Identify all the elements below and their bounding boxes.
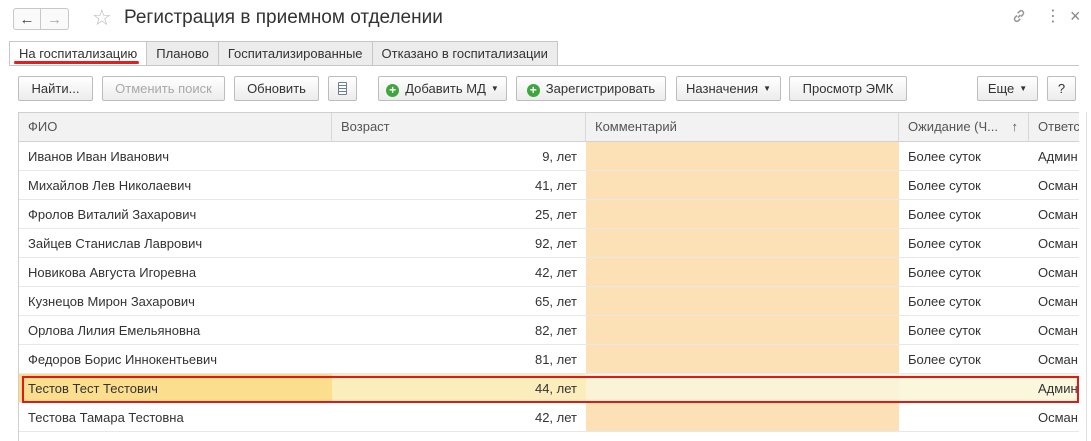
cell-responsible[interactable]: Осман (1029, 316, 1079, 344)
cell-age[interactable]: 82, лет (332, 316, 586, 344)
cell-waiting[interactable]: Более суток (899, 142, 1029, 170)
add-md-button[interactable]: + Добавить МД ▼ (378, 76, 507, 101)
table-row[interactable]: Кузнецов Мирон Захарович 65, лет Более сут… (19, 287, 1079, 316)
cell-age[interactable]: 65, лет (332, 287, 586, 315)
cell-age[interactable]: 42, лет (332, 403, 586, 431)
cell-fio[interactable]: Фролов Виталий Захарович (19, 200, 332, 228)
cell-fio[interactable]: Тестова Тамара Тестовна (19, 403, 332, 431)
cell-age[interactable]: 25, лет (332, 200, 586, 228)
title-bar: ← → ☆ Регистрация в приемном отделении ⋮… (0, 0, 1091, 38)
cell-waiting[interactable]: Более суток (899, 258, 1029, 286)
active-tab-highlight (14, 61, 139, 64)
cell-waiting[interactable]: Более суток (899, 345, 1029, 373)
cell-waiting[interactable]: Более суток (899, 287, 1029, 315)
cell-comment[interactable] (586, 229, 899, 257)
cell-responsible[interactable]: Осман (1029, 229, 1079, 257)
table-row[interactable]: Тестова Тамара Тестовна 42, лет Осман (19, 403, 1079, 432)
back-arrow-icon: ← (19, 10, 35, 28)
cell-comment[interactable] (586, 258, 899, 286)
cell-responsible[interactable]: Осман (1029, 258, 1079, 286)
cell-fio[interactable]: Федоров Борис Иннокентьевич (19, 345, 332, 373)
cancel-search-button[interactable]: Отменить поиск (102, 76, 225, 101)
cell-waiting[interactable]: Более суток (899, 200, 1029, 228)
register-plus-icon: + (526, 84, 540, 97)
cell-waiting[interactable]: Более суток (899, 229, 1029, 257)
cell-fio[interactable]: Иванов Иван Иванович (19, 142, 332, 170)
refresh-button[interactable]: Обновить (234, 76, 319, 101)
register-button[interactable]: + Зарегистрировать (516, 76, 666, 101)
column-header-waiting-label: Ожидание (Ч... (908, 119, 998, 134)
cell-responsible[interactable]: Осман (1029, 345, 1079, 373)
cell-responsible[interactable]: Осман (1029, 200, 1079, 228)
cell-comment[interactable] (586, 171, 899, 199)
more-vertical-icon[interactable]: ⋮ (1045, 6, 1061, 26)
cell-responsible[interactable]: Админ (1029, 142, 1079, 170)
close-icon[interactable]: × (1070, 6, 1081, 27)
cell-waiting[interactable]: Более суток (899, 171, 1029, 199)
cell-waiting[interactable]: Более суток (899, 316, 1029, 344)
more-button[interactable]: Еще ▼ (977, 76, 1038, 101)
chevron-down-icon: ▼ (490, 84, 499, 93)
add-plus-icon: + (386, 84, 400, 97)
column-header-responsible[interactable]: Ответс (1029, 113, 1079, 142)
tab-refused[interactable]: Отказано в госпитализации (372, 41, 558, 66)
list-settings-button[interactable] (328, 76, 357, 101)
back-button[interactable]: ← (13, 8, 41, 30)
table-header: ФИО Возраст Комментарий Ожидание (Ч... ↑ … (19, 113, 1079, 142)
cell-fio[interactable]: Орлова Лилия Емельяновна (19, 316, 332, 344)
column-header-age[interactable]: Возраст (332, 113, 586, 142)
link-icon[interactable] (1011, 8, 1027, 29)
document-list-icon (338, 82, 347, 95)
table-row[interactable]: Зайцев Станислав Лаврович 92, лет Более су… (19, 229, 1079, 258)
assignments-label: Назначения (686, 81, 759, 96)
cell-comment[interactable] (586, 345, 899, 373)
cell-waiting[interactable] (899, 403, 1029, 431)
cell-responsible[interactable]: Осман (1029, 171, 1079, 199)
page-title: Регистрация в приемном отделении (124, 7, 443, 28)
table-row[interactable]: Новикова Августа Игоревна 42, лет Более су… (19, 258, 1079, 287)
find-button[interactable]: Найти... (18, 76, 93, 101)
cell-age[interactable]: 9, лет (332, 142, 586, 170)
register-label: Зарегистрировать (545, 81, 656, 96)
add-md-label: Добавить МД (405, 81, 486, 96)
help-button[interactable]: ? (1047, 76, 1076, 101)
assignments-button[interactable]: Назначения ▼ (676, 76, 781, 101)
cell-responsible[interactable]: Осман (1029, 403, 1079, 431)
forward-button[interactable]: → (41, 8, 69, 30)
cell-fio[interactable]: Кузнецов Мирон Захарович (19, 287, 332, 315)
cell-comment[interactable] (586, 316, 899, 344)
column-header-fio[interactable]: ФИО (19, 113, 332, 142)
table-row[interactable]: Орлова Лилия Емельяновна 82, лет Более сут… (19, 316, 1079, 345)
cell-comment[interactable] (586, 142, 899, 170)
column-header-comment[interactable]: Комментарий (586, 113, 899, 142)
selected-row-highlight (22, 376, 1079, 403)
table-row[interactable]: Иванов Иван Иванович 9, лет Более суток Адм… (19, 142, 1079, 171)
cell-fio[interactable]: Новикова Августа Игоревна (19, 258, 332, 286)
cell-comment[interactable] (586, 200, 899, 228)
forward-arrow-icon: → (47, 10, 62, 28)
cell-age[interactable]: 92, лет (332, 229, 586, 257)
view-emk-button[interactable]: Просмотр ЭМК (789, 76, 907, 101)
cell-responsible[interactable]: Осман (1029, 287, 1079, 315)
chevron-down-icon: ▼ (1019, 84, 1028, 93)
chevron-down-icon: ▼ (763, 84, 771, 93)
table-row[interactable]: Федоров Борис Иннокентьевич 81, лет Более … (19, 345, 1079, 374)
favorite-star-icon[interactable]: ☆ (92, 5, 112, 31)
tab-divider (9, 65, 1079, 66)
cell-age[interactable]: 81, лет (332, 345, 586, 373)
sort-ascending-icon: ↑ (1011, 119, 1019, 134)
table-row[interactable]: Михайлов Лев Николаевич 41, лет Более суто… (19, 171, 1079, 200)
cell-comment[interactable] (586, 403, 899, 431)
tab-hospitalized[interactable]: Госпитализированные (218, 41, 373, 66)
cell-fio[interactable]: Михайлов Лев Николаевич (19, 171, 332, 199)
column-header-waiting[interactable]: Ожидание (Ч... ↑ (899, 113, 1029, 142)
right-scroll-edge (1086, 112, 1087, 441)
tab-planned[interactable]: Планово (147, 41, 219, 66)
table-row[interactable]: Фролов Виталий Захарович 25, лет Более сут… (19, 200, 1079, 229)
cell-age[interactable]: 42, лет (332, 258, 586, 286)
cell-comment[interactable] (586, 287, 899, 315)
cell-age[interactable]: 41, лет (332, 171, 586, 199)
more-label: Еще (987, 81, 1015, 96)
cell-fio[interactable]: Зайцев Станислав Лаврович (19, 229, 332, 257)
